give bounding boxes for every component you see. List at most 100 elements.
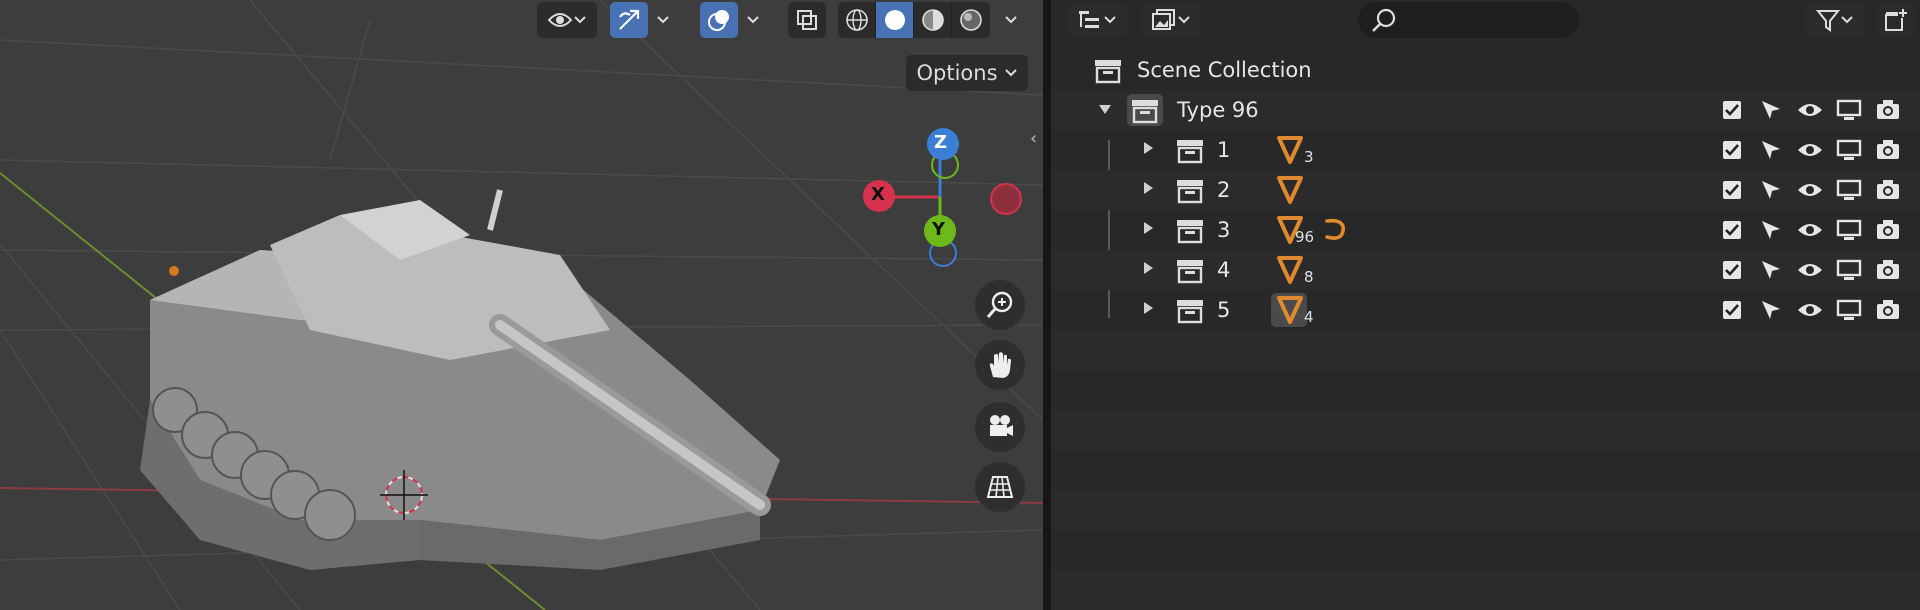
exclude-checkbox[interactable] (1717, 178, 1746, 202)
collection-row-3[interactable]: 3 96 (1051, 210, 1920, 250)
3d-viewport[interactable]: Z X Y Options ‹ (0, 0, 1043, 610)
row-restriction-toggles (1717, 298, 1902, 322)
checkbox-checked-icon (1722, 301, 1741, 319)
selectable-toggle[interactable] (1756, 298, 1785, 322)
viewport-toggle[interactable] (1834, 178, 1863, 202)
xray-toggle[interactable] (788, 2, 826, 38)
collection-row-4[interactable]: 4 8 (1051, 250, 1920, 290)
wireframe-shading-button[interactable] (838, 2, 876, 38)
material-preview-button[interactable] (914, 2, 952, 38)
render-toggle[interactable] (1873, 178, 1902, 202)
collection-row-type96[interactable]: Type 96 (1051, 90, 1920, 130)
selectable-toggle[interactable] (1756, 258, 1785, 282)
expand-toggle-icon[interactable] (1144, 222, 1153, 234)
chevron-down-icon (1005, 16, 1017, 24)
overlay-dropdown[interactable] (740, 2, 766, 38)
wireframe-sphere-icon (845, 9, 868, 31)
collection-row-2[interactable]: 2 (1051, 170, 1920, 210)
chevron-down-icon (1004, 69, 1017, 77)
rendered-shading-button[interactable] (952, 2, 990, 38)
visibility-toggle[interactable] (1795, 298, 1824, 322)
expand-toggle-icon[interactable] (1144, 262, 1153, 274)
expand-toggle-icon[interactable] (1144, 302, 1153, 314)
collection-icon (1177, 300, 1203, 324)
chevron-down-icon (1178, 16, 1190, 24)
camera-view-button[interactable] (975, 402, 1025, 452)
collection-icon (1177, 180, 1203, 204)
visibility-toggle[interactable] (1795, 138, 1824, 162)
cursor-arrow-icon (1761, 221, 1780, 239)
viewport-toggle[interactable] (1834, 138, 1863, 162)
mesh-icon[interactable] (1275, 135, 1305, 165)
new-collection-button[interactable] (1878, 2, 1914, 38)
checkbox-checked-icon (1722, 141, 1741, 159)
monitor-icon (1836, 299, 1861, 320)
exclude-checkbox[interactable] (1717, 298, 1746, 322)
selectable-toggle[interactable] (1756, 138, 1785, 162)
pan-button[interactable] (975, 340, 1025, 390)
viewport-toggle[interactable] (1834, 258, 1863, 282)
empty-row (1051, 410, 1920, 450)
mesh-count: 8 (1304, 268, 1314, 286)
camera-icon (990, 415, 1013, 436)
pan-hand-icon (989, 352, 1011, 378)
selectable-toggle[interactable] (1756, 218, 1785, 242)
overlay-toggle[interactable] (700, 2, 738, 38)
mesh-icon[interactable] (1275, 295, 1305, 325)
expand-toggle-icon[interactable] (1144, 182, 1153, 194)
options-dropdown[interactable]: Options (906, 55, 1028, 91)
gizmo-toggle[interactable] (610, 2, 648, 38)
render-toggle[interactable] (1873, 218, 1902, 242)
shading-mode-group[interactable] (838, 2, 990, 38)
camera-icon (1876, 260, 1899, 279)
selectable-toggle[interactable] (1756, 98, 1785, 122)
outliner-panel[interactable]: Scene Collection Type 96 1 3 2 3 96 4 8 … (1051, 0, 1920, 610)
exclude-checkbox[interactable] (1717, 218, 1746, 242)
expand-toggle-icon[interactable] (1144, 142, 1153, 154)
mesh-icon[interactable] (1275, 175, 1305, 205)
render-toggle[interactable] (1873, 138, 1902, 162)
camera-icon (1876, 100, 1899, 119)
exclude-checkbox[interactable] (1717, 258, 1746, 282)
scene-collection-row[interactable]: Scene Collection (1051, 50, 1920, 90)
gizmo-z-label: Z (934, 132, 948, 153)
overlay-icon (708, 10, 729, 31)
visibility-toggle[interactable] (1795, 258, 1824, 282)
visibility-dropdown[interactable] (537, 2, 597, 38)
solid-shading-button[interactable] (876, 2, 914, 38)
viewport-toggle[interactable] (1834, 218, 1863, 242)
selectable-toggle[interactable] (1756, 178, 1785, 202)
chevron-down-icon (574, 16, 586, 24)
mesh-count: 4 (1304, 308, 1314, 326)
filter-dropdown[interactable] (1805, 2, 1865, 38)
collection-row-1[interactable]: 1 3 (1051, 130, 1920, 170)
outliner-search-input[interactable] (1358, 2, 1579, 38)
collection-row-5[interactable]: 5 4 (1051, 290, 1920, 330)
visibility-toggle[interactable] (1795, 98, 1824, 122)
perspective-toggle-button[interactable] (975, 462, 1025, 512)
exclude-checkbox[interactable] (1717, 138, 1746, 162)
render-toggle[interactable] (1873, 258, 1902, 282)
library-override-dropdown[interactable] (1141, 2, 1201, 38)
area-divider[interactable] (1043, 0, 1051, 610)
curve-icon[interactable] (1321, 215, 1351, 245)
sidebar-collapse-icon[interactable]: ‹ (1030, 128, 1037, 149)
viewport-toggle[interactable] (1834, 298, 1863, 322)
gizmo-dropdown[interactable] (650, 2, 676, 38)
zoom-button[interactable] (975, 280, 1025, 330)
tank-model[interactable] (140, 189, 780, 570)
render-toggle[interactable] (1873, 298, 1902, 322)
eye-icon (1797, 224, 1822, 236)
exclude-checkbox[interactable] (1717, 98, 1746, 122)
render-toggle[interactable] (1873, 98, 1902, 122)
empty-row (1051, 490, 1920, 530)
visibility-toggle[interactable] (1795, 218, 1824, 242)
mesh-icon[interactable] (1275, 255, 1305, 285)
collapse-toggle-icon[interactable] (1099, 105, 1111, 114)
viewport-toggle[interactable] (1834, 98, 1863, 122)
visibility-toggle[interactable] (1795, 178, 1824, 202)
display-mode-dropdown[interactable] (1067, 2, 1127, 38)
shading-dropdown[interactable] (998, 2, 1024, 38)
zoom-icon (986, 291, 1013, 318)
gizmo-x-label: X (871, 184, 885, 205)
